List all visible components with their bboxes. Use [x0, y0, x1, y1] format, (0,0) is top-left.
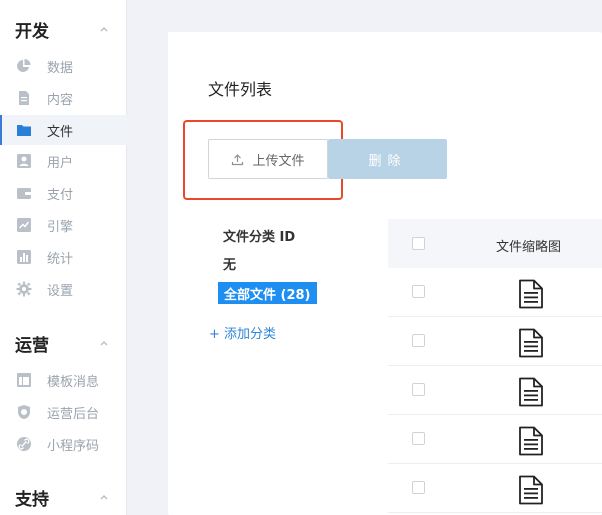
row-checkbox[interactable] — [412, 432, 425, 445]
trend-icon — [17, 218, 31, 232]
sidebar-item-label: 数据 — [47, 60, 74, 76]
shield-icon — [18, 405, 30, 419]
wallet-icon — [17, 188, 31, 199]
select-all-checkbox[interactable] — [412, 237, 425, 250]
sidebar-item-label: 用户 — [47, 155, 74, 171]
sidebar-item-files[interactable]: 文件 — [0, 115, 127, 145]
folder-icon — [17, 125, 31, 136]
sidebar-item-label: 小程序码 — [47, 438, 100, 454]
thumbnail-column-header: 文件缩略图 — [496, 240, 562, 255]
sidebar: 开发 数据 内容 文件 用户 支付 引擎 统计 设置 运营 模板消息 运营后台 … — [0, 0, 127, 515]
row-checkbox[interactable] — [412, 334, 425, 347]
link-icon — [17, 437, 31, 451]
sidebar-item-label: 文件 — [47, 124, 74, 140]
section-title: 开发 — [15, 21, 49, 42]
table-header: 文件缩略图 — [388, 219, 602, 268]
category-all-files[interactable]: 全部文件 (28) — [218, 282, 317, 304]
section-title: 运营 — [15, 335, 49, 356]
sidebar-item-content[interactable]: 内容 — [0, 83, 127, 113]
sidebar-item-template-messages[interactable]: 模板消息 — [0, 365, 127, 395]
table-row[interactable] — [388, 415, 602, 464]
file-thumbnail-icon — [519, 328, 543, 358]
table-row[interactable] — [388, 464, 602, 513]
template-icon — [17, 373, 31, 387]
sidebar-item-users[interactable]: 用户 — [0, 146, 127, 176]
file-list-card: 文件列表 上传文件 删除 文件分类 ID 无 全部文件 (28) + 添加分类 … — [168, 32, 602, 515]
sidebar-item-label: 引擎 — [47, 219, 74, 235]
chevron-up-icon — [100, 341, 108, 346]
sidebar-item-label: 模板消息 — [47, 374, 100, 390]
pie-chart-icon — [17, 59, 31, 72]
sidebar-item-data[interactable]: 数据 — [0, 51, 127, 81]
sidebar-item-label: 运营后台 — [47, 406, 100, 422]
sidebar-item-mini-program-code[interactable]: 小程序码 — [0, 429, 127, 459]
file-thumbnail-icon — [519, 377, 543, 407]
bar-chart-icon — [17, 250, 31, 264]
sidebar-item-engine[interactable]: 引擎 — [0, 210, 127, 240]
gear-icon — [16, 281, 32, 297]
user-icon — [17, 154, 31, 168]
table-row[interactable] — [388, 366, 602, 415]
add-category-link[interactable]: + 添加分类 — [209, 323, 276, 342]
sidebar-item-settings[interactable]: 设置 — [0, 274, 127, 304]
section-ops-header[interactable]: 运营 — [0, 329, 127, 357]
category-id-heading: 文件分类 ID — [223, 230, 296, 245]
row-checkbox[interactable] — [412, 383, 425, 396]
delete-button[interactable]: 删除 — [328, 139, 447, 179]
upload-file-button[interactable]: 上传文件 — [208, 139, 328, 179]
sidebar-item-stats[interactable]: 统计 — [0, 242, 127, 272]
section-support-header[interactable]: 支持 — [0, 483, 127, 511]
chevron-up-icon — [100, 495, 108, 500]
section-title: 支持 — [15, 489, 49, 510]
category-none[interactable]: 无 — [223, 254, 236, 273]
file-thumbnail-icon — [519, 426, 543, 456]
sidebar-item-ops-admin[interactable]: 运营后台 — [0, 397, 127, 427]
sidebar-item-label: 统计 — [47, 251, 74, 267]
page-title: 文件列表 — [208, 80, 273, 99]
sidebar-item-label: 支付 — [47, 187, 74, 203]
row-checkbox[interactable] — [412, 285, 425, 298]
upload-icon — [232, 153, 244, 165]
upload-button-label: 上传文件 — [252, 153, 305, 169]
sidebar-item-label: 内容 — [47, 92, 74, 108]
document-icon — [19, 91, 29, 105]
chevron-up-icon — [100, 27, 108, 32]
row-checkbox[interactable] — [412, 481, 425, 494]
file-thumbnail-icon — [519, 279, 543, 309]
sidebar-item-label: 设置 — [47, 283, 74, 299]
table-row[interactable] — [388, 317, 602, 366]
file-thumbnail-icon — [519, 475, 543, 505]
section-dev-header[interactable]: 开发 — [0, 15, 127, 43]
sidebar-item-payment[interactable]: 支付 — [0, 178, 127, 208]
table-row[interactable] — [388, 268, 602, 317]
